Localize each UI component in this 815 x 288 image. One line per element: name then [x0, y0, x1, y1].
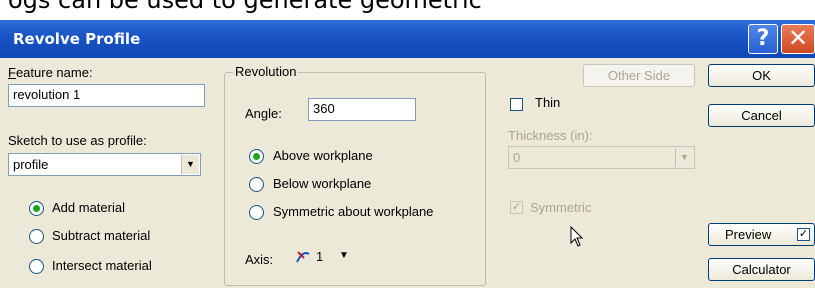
- close-button[interactable]: ✕: [781, 24, 815, 54]
- symmetric-workplane-radio[interactable]: [248, 204, 265, 221]
- symmetric-workplane-label[interactable]: Symmetric about workplane: [273, 204, 433, 219]
- ok-button[interactable]: OK: [708, 64, 815, 87]
- axis-label: Axis:: [245, 252, 274, 267]
- thickness-value: 0: [513, 150, 521, 165]
- angle-input[interactable]: 360: [308, 98, 416, 121]
- cancel-button[interactable]: Cancel: [708, 104, 815, 127]
- sketch-profile-label: Sketch to use as profile:: [8, 133, 147, 148]
- axis-icon: [296, 251, 310, 263]
- clipped-document-text: ogs can be used to generate geometric: [8, 0, 482, 14]
- feature-name-input[interactable]: revolution 1: [8, 84, 205, 107]
- above-workplane-radio[interactable]: [248, 148, 265, 165]
- help-button[interactable]: ?: [748, 24, 778, 54]
- revolution-legend: Revolution: [233, 64, 299, 79]
- thin-label[interactable]: Thin: [535, 95, 560, 110]
- document-background: ogs can be used to generate geometric: [0, 0, 815, 20]
- feature-name-label: Feature name:: [8, 65, 93, 80]
- preview-button[interactable]: Preview ✓: [708, 223, 815, 246]
- chevron-down-icon[interactable]: ▼: [339, 250, 349, 261]
- intersect-material-radio[interactable]: [28, 258, 45, 275]
- subtract-material-label[interactable]: Subtract material: [52, 228, 150, 243]
- preview-label: Preview: [725, 227, 772, 242]
- angle-label: Angle:: [245, 106, 282, 121]
- thickness-select[interactable]: 0 ▼: [508, 146, 695, 169]
- sketch-profile-value: profile: [13, 157, 49, 172]
- axis-value: 1: [316, 249, 324, 264]
- mouse-cursor-icon: [570, 226, 584, 247]
- symmetric-label[interactable]: Symmetric: [530, 200, 591, 215]
- add-material-label[interactable]: Add material: [52, 200, 125, 215]
- preview-checkbox[interactable]: ✓: [797, 228, 810, 241]
- below-workplane-label[interactable]: Below workplane: [273, 176, 371, 191]
- intersect-material-label[interactable]: Intersect material: [52, 258, 152, 273]
- calculator-button[interactable]: Calculator: [708, 258, 815, 281]
- below-workplane-radio[interactable]: [248, 176, 265, 193]
- revolve-dialog: Feature name: revolution 1 Sketch to use…: [0, 58, 815, 288]
- title-bar[interactable]: Revolve Profile: [0, 20, 815, 58]
- chevron-down-icon[interactable]: ▼: [181, 155, 199, 174]
- sketch-profile-select[interactable]: profile ▼: [8, 153, 201, 176]
- chevron-down-icon[interactable]: ▼: [675, 148, 693, 167]
- symmetric-checkbox[interactable]: ✓: [510, 201, 523, 214]
- window-title: Revolve Profile: [13, 30, 141, 48]
- axis-selector[interactable]: 1 ▼: [292, 246, 358, 268]
- above-workplane-label[interactable]: Above workplane: [273, 148, 373, 163]
- thickness-label: Thickness (in):: [508, 128, 593, 143]
- add-material-radio[interactable]: [28, 200, 45, 217]
- thin-checkbox[interactable]: [510, 98, 523, 111]
- subtract-material-radio[interactable]: [28, 228, 45, 245]
- other-side-button[interactable]: Other Side: [583, 64, 695, 87]
- feature-name-label-rest: eature name:: [15, 65, 93, 80]
